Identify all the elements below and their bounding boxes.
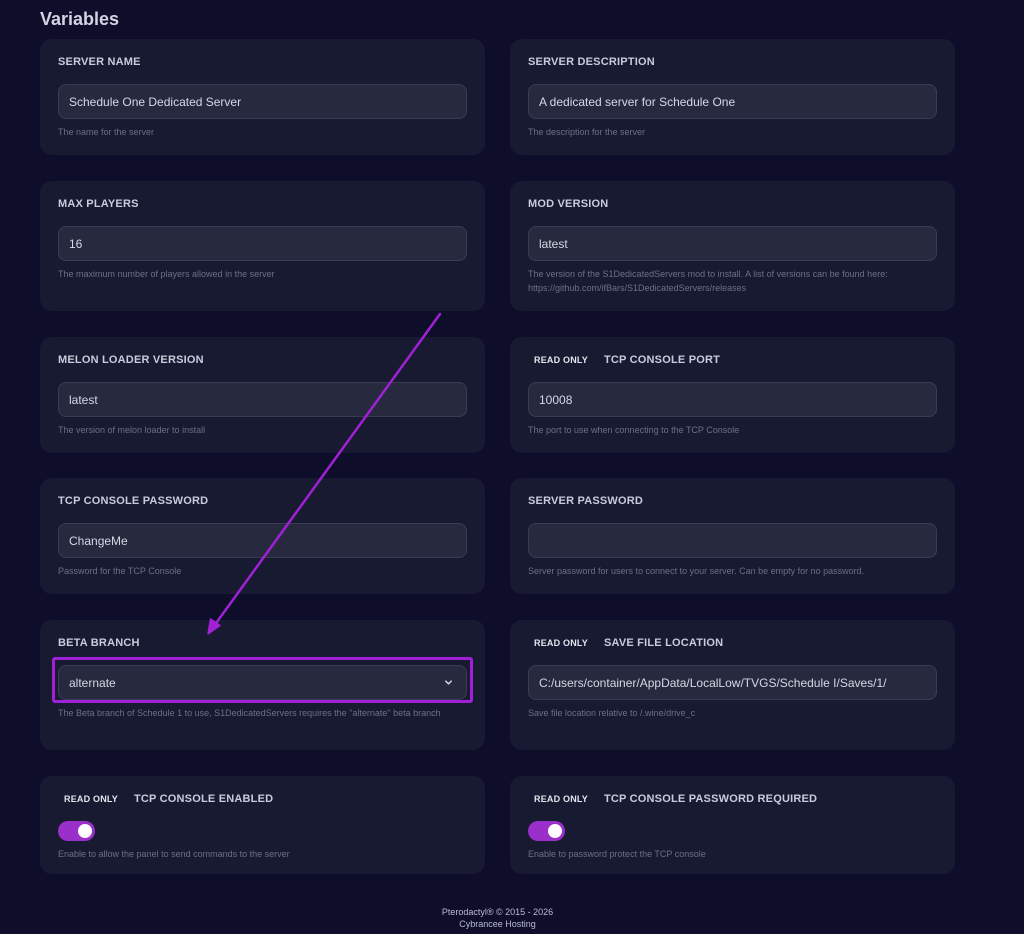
card-header: TCP CONSOLE PASSWORD [58, 495, 208, 507]
variable-help: The Beta branch of Schedule 1 to use, S1… [58, 708, 441, 718]
read-only-badge: READ ONLY [534, 638, 588, 648]
card-header: SERVER NAME [58, 56, 141, 68]
variable-card-tcp-console-enabled: READ ONLY TCP CONSOLE ENABLED Enable to … [40, 776, 485, 874]
variable-help: Enable to password protect the TCP conso… [528, 849, 706, 859]
page-title: Variables [40, 9, 120, 29]
variable-help: Server password for users to connect to … [528, 566, 865, 576]
variable-help: Save file location relative to /.wine/dr… [528, 708, 696, 718]
footer-copyright: Pterodactyl® © 2015 - 2026 [441, 907, 554, 917]
variable-help: The name for the server [58, 127, 155, 137]
variable-help: The version of melon loader to install [58, 425, 206, 435]
read-only-badge: READ ONLY [64, 794, 118, 804]
toggle-knob [548, 824, 562, 838]
max-players-input[interactable] [58, 226, 467, 261]
read-only-badge: READ ONLY [534, 355, 588, 365]
beta-branch-selected-value: alternate [69, 675, 116, 690]
card-header: MAX PLAYERS [58, 198, 139, 210]
server-description-input[interactable] [528, 84, 937, 119]
footer-host: Cybrancee Hosting [459, 919, 536, 929]
tcp-console-port-input[interactable] [528, 382, 937, 417]
variable-card-server-password: SERVER PASSWORD Server password for user… [510, 478, 955, 594]
variable-card-max-players: MAX PLAYERS The maximum number of player… [40, 181, 485, 311]
card-header: SERVER DESCRIPTION [528, 56, 655, 68]
variable-title: MAX PLAYERS [58, 198, 139, 210]
variable-card-melon-loader-version: MELON LOADER VERSION The version of melo… [40, 337, 485, 453]
footer: Pterodactyl® © 2015 - 2026 Cybrancee Hos… [0, 906, 995, 930]
card-header: MOD VERSION [528, 198, 608, 210]
card-header: MELON LOADER VERSION [58, 354, 204, 366]
variable-help: The description for the server [528, 127, 646, 137]
card-header: BETA BRANCH [58, 637, 140, 649]
variable-help: The version of the S1DedicatedServers mo… [528, 269, 888, 293]
variable-card-tcp-console-password-required: READ ONLY TCP CONSOLE PASSWORD REQUIRED … [510, 776, 955, 874]
variable-help: The port to use when connecting to the T… [528, 425, 740, 435]
melon-loader-version-input[interactable] [58, 382, 467, 417]
variable-title: TCP CONSOLE ENABLED [133, 793, 274, 805]
variable-title: SERVER NAME [58, 56, 141, 68]
tcp-console-password-input[interactable] [58, 523, 467, 558]
server-password-input[interactable] [528, 523, 937, 558]
card-header: READ ONLY SAVE FILE LOCATION [528, 637, 723, 649]
server-name-input[interactable] [58, 84, 467, 119]
chevron-down-icon [445, 680, 452, 685]
mod-version-input[interactable] [528, 226, 937, 261]
variable-title: TCP CONSOLE PASSWORD [58, 495, 209, 507]
variable-title: TCP CONSOLE PASSWORD REQUIRED [603, 793, 818, 805]
variable-title: SERVER PASSWORD [528, 495, 644, 507]
read-only-badge: READ ONLY [534, 794, 588, 804]
variable-card-save-file-location: READ ONLY SAVE FILE LOCATION Save file l… [510, 620, 955, 750]
variable-title: SAVE FILE LOCATION [603, 637, 724, 649]
variable-help: Password for the TCP Console [58, 566, 182, 576]
variable-title: TCP CONSOLE PORT [603, 354, 721, 366]
card-header: READ ONLY TCP CONSOLE ENABLED [58, 793, 273, 805]
card-header: READ ONLY TCP CONSOLE PORT [528, 354, 720, 366]
variable-card-server-name: SERVER NAME The name for the server [40, 39, 485, 155]
toggle-knob [78, 824, 92, 838]
beta-branch-select[interactable]: alternate [58, 665, 467, 700]
variable-card-tcp-console-password: TCP CONSOLE PASSWORD Password for the TC… [40, 478, 485, 594]
variable-title: MELON LOADER VERSION [58, 354, 204, 366]
variable-card-beta-branch: BETA BRANCH alternate The Beta branch of… [40, 620, 485, 750]
variable-title: BETA BRANCH [58, 637, 140, 649]
tcp-console-enabled-toggle[interactable] [58, 821, 95, 841]
tcp-console-password-required-toggle[interactable] [528, 821, 565, 841]
variable-title: MOD VERSION [528, 198, 609, 210]
save-file-location-input[interactable] [528, 665, 937, 700]
variable-card-tcp-console-port: READ ONLY TCP CONSOLE PORT The port to u… [510, 337, 955, 453]
variable-card-server-description: SERVER DESCRIPTION The description for t… [510, 39, 955, 155]
variable-card-mod-version: MOD VERSION The version of the S1Dedicat… [510, 181, 955, 311]
variable-help: Enable to allow the panel to send comman… [58, 849, 290, 859]
card-header: READ ONLY TCP CONSOLE PASSWORD REQUIRED [528, 793, 817, 805]
variable-help: The maximum number of players allowed in… [58, 269, 275, 279]
variable-title: SERVER DESCRIPTION [528, 56, 655, 68]
card-header: SERVER PASSWORD [528, 495, 643, 507]
